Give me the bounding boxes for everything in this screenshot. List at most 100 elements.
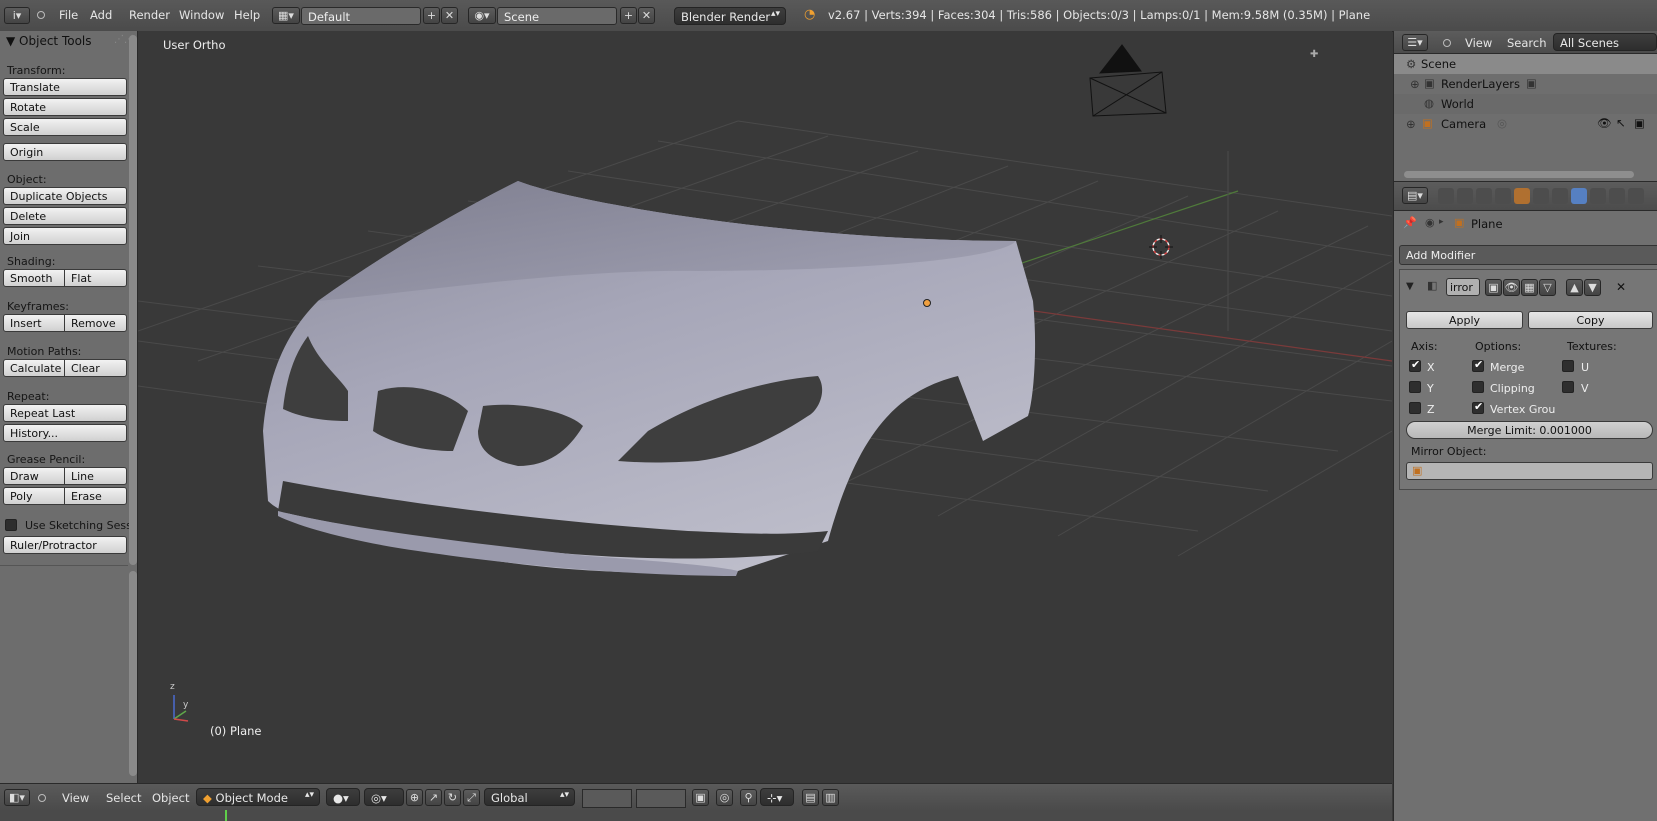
object-mode-select[interactable]: ◆ Object Mode ▴▾ <box>196 788 320 806</box>
axis-x-checkbox[interactable]: ✔ <box>1409 358 1421 372</box>
outliner-row-world[interactable]: ◍ World <box>1394 94 1657 114</box>
current-frame-marker[interactable] <box>225 810 227 821</box>
viewport-shading-select[interactable]: ●▾ <box>326 788 360 806</box>
menu-add[interactable]: Add <box>90 8 112 22</box>
expand-icon[interactable]: ⊕ <box>1406 117 1416 131</box>
timeline-strip[interactable] <box>0 810 1392 821</box>
translate-button[interactable]: Translate <box>3 78 127 96</box>
remove-keyframe-button[interactable]: Remove <box>64 314 127 332</box>
tool-shelf-scrollbar-bottom[interactable] <box>129 571 137 776</box>
scene-layers-grid-2[interactable] <box>636 789 686 808</box>
draw-button[interactable]: Draw <box>3 467 65 485</box>
render-opengl-image-icon[interactable]: ▤ <box>802 789 819 806</box>
render-opengl-animation-icon[interactable]: ▥ <box>822 789 839 806</box>
tab-world-icon[interactable] <box>1495 188 1511 204</box>
rotate-button[interactable]: Rotate <box>3 98 127 116</box>
editor-type-3d-view-icon[interactable]: ◧▾ <box>4 789 30 806</box>
apply-button[interactable]: Apply <box>1406 311 1523 329</box>
menu-help[interactable]: Help <box>234 8 260 22</box>
selectability-cursor-icon[interactable]: ↖ <box>1616 116 1626 130</box>
outliner-horizontal-scrollbar[interactable] <box>1404 171 1634 178</box>
menu-file[interactable]: File <box>59 8 78 22</box>
collapse-modifier-icon[interactable]: ▼ <box>1406 281 1414 292</box>
join-button[interactable]: Join <box>3 227 127 245</box>
expand-icon[interactable]: ⊕ <box>1410 77 1420 91</box>
snap-element-select[interactable]: ⊹▾ <box>760 788 794 806</box>
tab-material-icon[interactable] <box>1609 188 1625 204</box>
texture-u-checkbox[interactable] <box>1562 360 1574 372</box>
duplicate-objects-button[interactable]: Duplicate Objects <box>3 187 127 205</box>
add-modifier-select[interactable]: Add Modifier <box>1399 245 1657 265</box>
origin-button[interactable]: Origin <box>3 143 127 161</box>
mirror-object-field[interactable]: ▣ <box>1406 462 1653 480</box>
use-sketching-checkbox[interactable] <box>5 519 17 531</box>
menu-select[interactable]: Select <box>106 791 141 805</box>
menu-window[interactable]: Window <box>179 8 224 22</box>
collapse-menus-icon[interactable] <box>38 794 46 802</box>
axis-y-checkbox[interactable] <box>1409 381 1421 393</box>
camera-object[interactable] <box>1089 44 1167 117</box>
history-button[interactable]: History... <box>3 424 127 442</box>
show-on-cage-icon[interactable]: ▽ <box>1539 279 1556 296</box>
ruler-protractor-button[interactable]: Ruler/Protractor <box>3 536 127 554</box>
manipulator-toggle-icon[interactable]: ⊕ <box>406 789 423 806</box>
menu-render[interactable]: Render <box>129 8 170 22</box>
3d-cursor-icon[interactable] <box>1149 235 1173 259</box>
scene-field[interactable]: Scene <box>497 7 617 25</box>
tab-render-icon[interactable] <box>1438 188 1454 204</box>
tab-object-icon[interactable] <box>1514 188 1530 204</box>
snap-toggle-icon[interactable]: ⚲ <box>740 789 757 806</box>
move-up-icon[interactable]: ▲ <box>1566 279 1583 296</box>
outliner-display-mode-select[interactable]: All Scenes <box>1553 33 1657 51</box>
transform-orientation-select[interactable]: Global ▴▾ <box>484 788 575 806</box>
menu-search[interactable]: Search <box>1507 36 1547 50</box>
add-scene-icon[interactable]: + <box>620 7 637 24</box>
remove-modifier-close-icon[interactable]: ✕ <box>1616 280 1626 294</box>
merge-limit-field[interactable]: Merge Limit: 0.001000 <box>1406 421 1653 439</box>
copy-button[interactable]: Copy <box>1528 311 1653 329</box>
outliner-row-scene[interactable]: ⚙ Scene <box>1394 54 1657 74</box>
screen-layout-icon[interactable]: ▦▾ <box>272 7 300 24</box>
rotate-manipulator-icon[interactable]: ↻ <box>444 789 461 806</box>
tab-constraints-link-icon[interactable] <box>1552 188 1568 204</box>
viewport-canvas[interactable]: ✚ <box>138 31 1392 783</box>
collapse-menus-icon[interactable] <box>37 11 45 19</box>
outliner-row-renderlayers[interactable]: ⊕ ▣ RenderLayers ▣ <box>1394 74 1657 94</box>
tab-object-data-icon[interactable] <box>1590 188 1606 204</box>
show-viewport-eye-icon[interactable]: 👁 <box>1503 279 1520 296</box>
merge-checkbox[interactable]: ✔ <box>1472 358 1484 372</box>
delete-scene-icon[interactable]: ✕ <box>638 7 655 24</box>
flat-button[interactable]: Flat <box>64 269 127 287</box>
menu-view[interactable]: View <box>62 791 89 805</box>
calculate-button[interactable]: Calculate <box>3 359 65 377</box>
delete-screen-icon[interactable]: ✕ <box>441 7 458 24</box>
erase-button[interactable]: Erase <box>64 487 127 505</box>
screen-layout-field[interactable]: Default <box>301 7 421 25</box>
3d-viewport[interactable]: ✚ z y User Ortho (0) Plane <box>138 31 1392 783</box>
scene-layers-grid-1[interactable] <box>582 789 632 808</box>
pivot-point-select[interactable]: ◎▾ <box>364 788 404 806</box>
show-render-icon[interactable]: ▣ <box>1485 279 1502 296</box>
renderability-camera-icon[interactable]: ▣ <box>1634 116 1645 130</box>
proportional-editing-icon[interactable]: ◎ <box>716 789 733 806</box>
smooth-button[interactable]: Smooth <box>3 269 65 287</box>
modifier-name-field[interactable]: irror <box>1446 278 1480 296</box>
clipping-checkbox[interactable] <box>1472 381 1484 393</box>
outliner-row-camera[interactable]: ⊕ ▣ Camera ◎ 👁 ↖ ▣ <box>1394 114 1657 134</box>
tab-render-layers-icon[interactable] <box>1457 188 1473 204</box>
insert-keyframe-button[interactable]: Insert <box>3 314 65 332</box>
lock-layers-icon[interactable]: ▣ <box>692 789 709 806</box>
add-screen-icon[interactable]: + <box>423 7 440 24</box>
menu-view[interactable]: View <box>1465 36 1492 50</box>
show-editmode-icon[interactable]: ▦ <box>1521 279 1538 296</box>
translate-manipulator-icon[interactable]: ↗ <box>425 789 442 806</box>
tab-modifiers-wrench-icon[interactable] <box>1571 188 1587 204</box>
editor-type-properties-icon[interactable]: ▤▾ <box>1402 187 1428 204</box>
delete-button[interactable]: Delete <box>3 207 127 225</box>
pin-icon[interactable]: 📌 <box>1403 216 1417 229</box>
tab-texture-icon[interactable] <box>1628 188 1644 204</box>
editor-type-info-icon[interactable]: i▾ <box>4 7 30 24</box>
panel-title-object-tools[interactable]: ▼ Object Tools <box>6 34 92 48</box>
tab-scene-icon[interactable] <box>1476 188 1492 204</box>
tab-constraints-icon[interactable] <box>1533 188 1549 204</box>
